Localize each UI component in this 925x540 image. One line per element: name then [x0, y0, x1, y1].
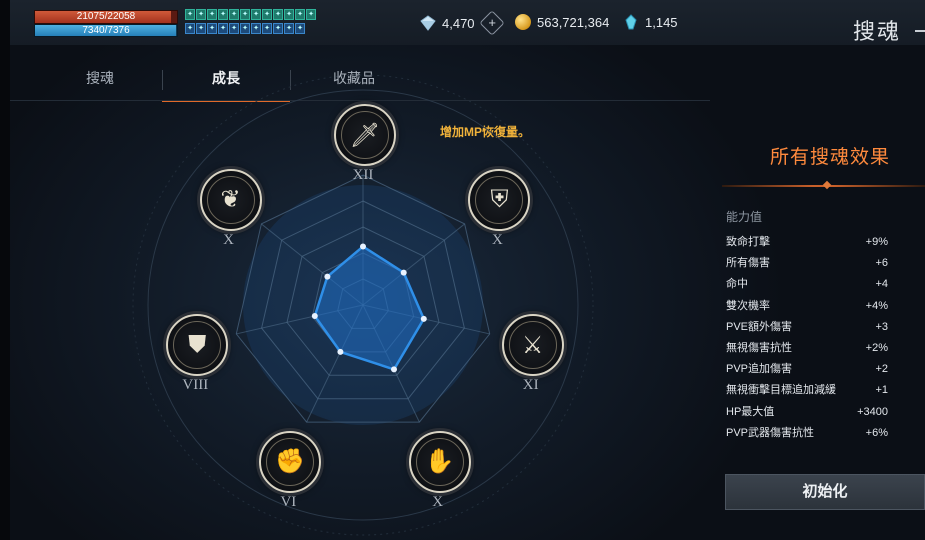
node-level-label: X [432, 493, 444, 510]
stat-value: +3400 [857, 405, 888, 418]
stat-row: 無視傷害抗性 +2% [726, 338, 888, 359]
effects-panel: 所有搜魂效果 能力值 致命打擊 +9% 所有傷害 +6 命中 +4 雙次機率 +4% PVE額外… [722, 120, 925, 460]
radar-value-point [360, 243, 366, 250]
stat-value: +4 [875, 278, 888, 291]
node-level-label: XII [352, 167, 374, 183]
stat-value: +1 [875, 384, 888, 397]
stat-name: PVP追加傷害 [726, 363, 793, 376]
divider-diamond-icon [822, 180, 832, 190]
soul-node[interactable]: ✋ [408, 430, 471, 493]
node-level-label: XI [522, 377, 539, 394]
stat-name: 無視衝擊目標追加減緩 [726, 384, 836, 397]
stat-value: +9% [865, 236, 888, 248]
radar-value-point [324, 273, 331, 280]
armor-icon: ⛊ [173, 321, 222, 370]
soul-node[interactable]: ⛨ [468, 168, 531, 231]
soul-node[interactable]: ❦ [199, 168, 262, 231]
node-level-label: VIII [182, 377, 209, 394]
stat-row: 命中 +4 [726, 274, 888, 295]
stats-list[interactable]: 致命打擊 +9% 所有傷害 +6 命中 +4 雙次機率 +4% PVE額外傷害 +3 無視傷害抗性 +… [726, 232, 888, 447]
stat-value: +3 [875, 320, 888, 333]
stat-value: +6 [875, 257, 888, 270]
stat-row: 所有傷害 +6 [726, 253, 888, 274]
stat-row: 雙次機率 +4% [726, 296, 888, 317]
node-level-label: VI [280, 493, 297, 510]
stat-row: PVP追加傷害 +2 [726, 359, 888, 380]
stat-name: PVP武器傷害抗性 [726, 426, 815, 439]
node-level-label: X [492, 231, 503, 248]
stat-value: +4% [865, 299, 888, 312]
stat-row: 致命打擊 +9% [726, 232, 888, 253]
radar-value-point [391, 366, 397, 373]
stat-name: 無視傷害抗性 [726, 342, 792, 355]
sword-icon: 🗡 [341, 111, 389, 159]
node-level-label: X [223, 231, 234, 248]
stat-name: 致命打擊 [726, 236, 770, 248]
weapons-icon: ⚔ [508, 321, 557, 370]
stat-row: HP最大值 +3400 [726, 402, 888, 423]
soul-node[interactable]: ⚔ [501, 314, 564, 377]
shield-crest-icon: ⛨ [475, 175, 524, 224]
stat-row: PVP武器傷害抗性 +6% [726, 423, 888, 444]
radar-value-point [311, 313, 318, 319]
soul-node[interactable]: 🗡 [334, 104, 396, 166]
section-title: 能力值 [726, 210, 763, 224]
reset-button[interactable]: 初始化 [725, 474, 925, 510]
radar-value-point [420, 315, 427, 322]
stat-name: 雙次機率 [726, 299, 770, 312]
feather-icon: ❦ [206, 175, 255, 224]
stat-name: 所有傷害 [726, 257, 770, 270]
soul-node[interactable]: ✊ [259, 430, 322, 493]
stat-value: +6% [865, 426, 888, 439]
stat-value: +2% [865, 342, 888, 355]
stat-value: +2 [875, 363, 888, 376]
radar-value-point [400, 269, 407, 276]
stat-name: HP最大值 [726, 405, 775, 418]
stat-row: PVE額外傷害 +3 [726, 317, 888, 338]
gauntlet-icon: ✋ [415, 437, 464, 486]
stat-name: 命中 [726, 278, 748, 291]
fist-icon: ✊ [266, 437, 315, 486]
stat-row: 無視衝擊目標追加減緩 +1 [726, 380, 888, 401]
stat-name: PVE額外傷害 [726, 320, 793, 333]
radar-value-point [337, 348, 344, 355]
panel-title: 所有搜魂效果 [770, 147, 891, 168]
